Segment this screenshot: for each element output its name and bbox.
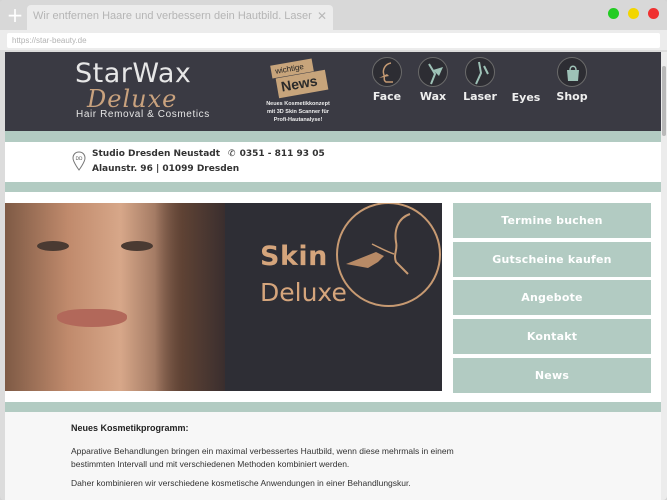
model-lips (57, 309, 127, 327)
pin-label: DD (76, 156, 83, 162)
news-badge[interactable]: wichtige News (270, 58, 329, 99)
hero-face-emblem (336, 203, 441, 307)
nav-label: Eyes (511, 91, 541, 104)
hero-title-skin: Skin (260, 241, 328, 272)
divider-bar (5, 131, 661, 142)
address-bar: https://star-beauty.de (0, 30, 667, 50)
location-pin-icon: DD (72, 151, 86, 171)
nav-label: Laser (463, 90, 497, 103)
url-input[interactable]: https://star-beauty.de (7, 33, 660, 48)
nav-label: Face (372, 90, 402, 103)
nav-item-eyes[interactable]: Eyes (506, 57, 546, 104)
content-section: Neues Kosmetikprogramm: Apparative Behan… (5, 412, 661, 500)
browser-tab[interactable]: Wir entfernen Haare und verbessern dein … (27, 5, 333, 30)
content-paragraph: Apparative Behandlungen bringen ein maxi… (71, 446, 454, 469)
tab-close-icon[interactable]: ✕ (317, 9, 327, 23)
tab-bar: + Wir entfernen Haare und verbessern dei… (0, 0, 667, 30)
new-tab-button[interactable]: + (6, 5, 24, 25)
nav-item-shop[interactable]: Shop (552, 57, 592, 103)
phone-icon: ✆ (228, 149, 236, 159)
nav-label: Wax (419, 90, 447, 103)
minimize-button[interactable] (628, 8, 639, 19)
nav-label: Shop (556, 90, 588, 103)
studio-info: DD Studio Dresden Neustadt ✆ 0351 - 811 93… (5, 142, 661, 182)
page-scrollbar[interactable] (661, 52, 667, 500)
studio-line: Studio Dresden Neustadt ✆ 0351 - 811 93 05 (92, 149, 325, 159)
offers-button[interactable]: Angebote (453, 280, 651, 315)
studio-name: Studio Dresden Neustadt (92, 149, 221, 159)
contact-button[interactable]: Kontakt (453, 319, 651, 354)
browser-window: + Wir entfernen Haare und verbessern dei… (0, 0, 667, 500)
content-title: Neues Kosmetikprogramm: (71, 423, 189, 433)
content-paragraph: Daher kombinieren wir verschiedene kosme… (71, 478, 411, 488)
face-icon (372, 57, 402, 87)
book-appointment-button[interactable]: Termine buchen (453, 203, 651, 238)
logo-subtitle: Hair Removal & Cosmetics (76, 109, 210, 120)
shop-icon (557, 57, 587, 87)
tab-title: Wir entfernen Haare und verbessern dein … (33, 10, 313, 22)
news-button[interactable]: News (453, 358, 651, 393)
buy-vouchers-button[interactable]: Gutscheine kaufen (453, 242, 651, 277)
divider-bar (5, 182, 661, 192)
model-eyes (35, 241, 175, 255)
studio-address: Alaunstr. 96 | 01099 Dresden (92, 164, 240, 174)
nav-item-laser[interactable]: Laser (460, 57, 500, 103)
web-page: StarWax Deluxe Hair Removal & Cosmetics … (5, 52, 661, 500)
studio-phone[interactable]: 0351 - 811 93 05 (240, 149, 325, 159)
hero-title-deluxe: Deluxe (260, 278, 347, 307)
wax-icon (418, 57, 448, 87)
model-hair (155, 203, 225, 391)
close-window-button[interactable] (648, 8, 659, 19)
laser-icon (465, 57, 495, 87)
site-header: StarWax Deluxe Hair Removal & Cosmetics … (5, 52, 661, 131)
nav-item-wax[interactable]: Wax (413, 57, 453, 103)
news-teaser[interactable]: Neues Kosmetikkonzept mit 3D Skin Scanne… (263, 100, 333, 124)
hero-banner: Skin Deluxe (5, 203, 442, 391)
divider-bar (5, 402, 661, 412)
nav-item-face[interactable]: Face (367, 57, 407, 103)
maximize-button[interactable] (608, 8, 619, 19)
scrollbar-thumb[interactable] (662, 66, 666, 136)
